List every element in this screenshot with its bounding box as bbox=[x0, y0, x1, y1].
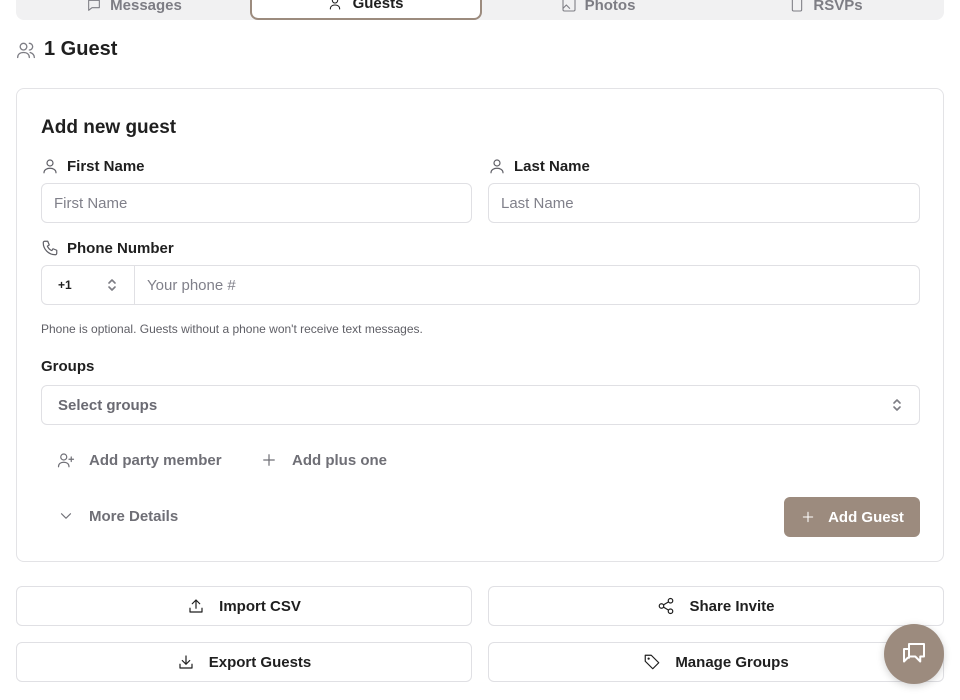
chevron-down-icon bbox=[57, 507, 75, 525]
plus-icon bbox=[800, 509, 816, 525]
country-code-select[interactable]: +1 bbox=[42, 266, 135, 304]
tag-icon bbox=[643, 653, 661, 671]
add-guest-button[interactable]: Add Guest bbox=[784, 497, 920, 537]
first-name-label: First Name bbox=[41, 157, 145, 175]
phone-hint: Phone is optional. Guests without a phon… bbox=[41, 322, 423, 336]
tab-photos[interactable]: Photos bbox=[484, 0, 712, 20]
user-icon bbox=[488, 157, 506, 175]
chevron-up-down-icon bbox=[106, 278, 118, 292]
share-invite-button[interactable]: Share Invite bbox=[488, 586, 944, 626]
download-icon bbox=[177, 653, 195, 671]
last-name-label: Last Name bbox=[488, 157, 590, 175]
tab-rsvps-label: RSVPs bbox=[813, 0, 863, 14]
export-guests-label: Export Guests bbox=[208, 653, 312, 671]
groups-label: Groups bbox=[41, 358, 95, 375]
share-icon bbox=[657, 597, 675, 615]
chevron-up-down-icon bbox=[891, 398, 903, 412]
page-header: 1 Guest bbox=[16, 38, 117, 61]
phone-label-text: Phone Number bbox=[67, 239, 174, 257]
add-guest-card: Add new guest First Name Last Name Phone… bbox=[16, 88, 944, 562]
message-icon bbox=[86, 0, 102, 13]
add-plus-one-label: Add plus one bbox=[292, 451, 387, 469]
manage-groups-label: Manage Groups bbox=[675, 653, 789, 671]
last-name-input[interactable] bbox=[488, 183, 920, 223]
phone-icon bbox=[41, 239, 59, 257]
tab-rsvps[interactable]: RSVPs bbox=[712, 0, 940, 20]
users-icon bbox=[329, 0, 345, 11]
country-code-value: +1 bbox=[58, 278, 72, 292]
manage-groups-button[interactable]: Manage Groups bbox=[488, 642, 944, 682]
add-party-member-button[interactable]: Add party member bbox=[57, 451, 222, 469]
chat-button[interactable] bbox=[884, 624, 944, 684]
page-title: 1 Guest bbox=[44, 38, 118, 60]
export-guests-button[interactable]: Export Guests bbox=[16, 642, 472, 682]
image-icon bbox=[561, 0, 577, 13]
tab-guests-label: Guests bbox=[352, 0, 404, 12]
phone-input[interactable] bbox=[135, 266, 919, 304]
users-icon bbox=[16, 40, 36, 60]
add-guest-label: Add Guest bbox=[828, 508, 904, 526]
tab-messages[interactable]: Messages bbox=[20, 0, 248, 20]
tab-guests[interactable]: Guests bbox=[250, 0, 482, 20]
import-csv-label: Import CSV bbox=[219, 597, 301, 615]
last-name-label-text: Last Name bbox=[514, 157, 590, 175]
user-icon bbox=[41, 157, 59, 175]
plus-icon bbox=[260, 451, 278, 469]
share-invite-label: Share Invite bbox=[689, 597, 775, 615]
phone-field: +1 bbox=[41, 265, 920, 305]
first-name-label-text: First Name bbox=[67, 157, 145, 175]
tab-bar: Messages Guests Photos RSVPs bbox=[16, 0, 944, 20]
import-csv-button[interactable]: Import CSV bbox=[16, 586, 472, 626]
upload-icon bbox=[187, 597, 205, 615]
tab-photos-label: Photos bbox=[584, 0, 636, 14]
groups-select-placeholder: Select groups bbox=[58, 396, 158, 414]
add-party-member-label: Add party member bbox=[89, 451, 222, 469]
clipboard-icon bbox=[789, 0, 805, 13]
first-name-input[interactable] bbox=[41, 183, 472, 223]
add-plus-one-button[interactable]: Add plus one bbox=[260, 451, 387, 469]
card-title: Add new guest bbox=[41, 117, 177, 138]
more-details-toggle[interactable]: More Details bbox=[57, 507, 178, 525]
groups-select[interactable]: Select groups bbox=[41, 385, 920, 425]
tab-messages-label: Messages bbox=[110, 0, 182, 14]
chat-icon bbox=[899, 639, 929, 669]
phone-label: Phone Number bbox=[41, 239, 174, 257]
more-details-label: More Details bbox=[89, 507, 179, 525]
user-plus-icon bbox=[57, 451, 75, 469]
